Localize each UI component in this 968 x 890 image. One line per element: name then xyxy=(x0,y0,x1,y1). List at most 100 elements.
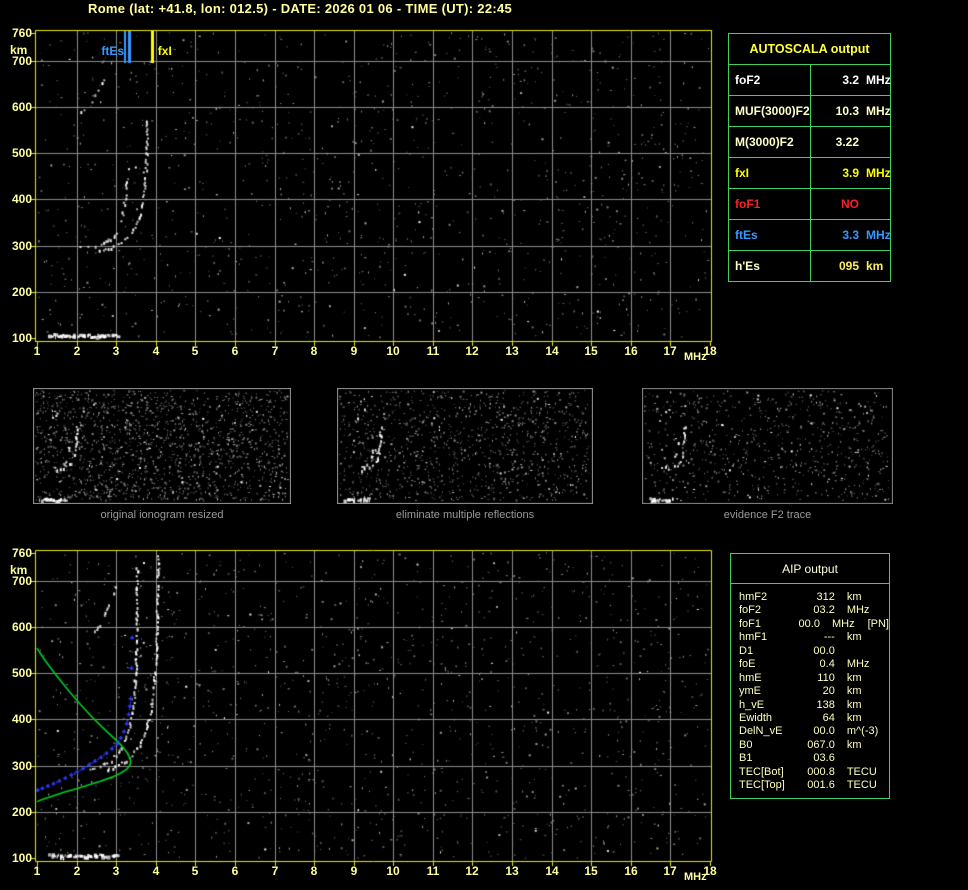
thumbnail-caption-2: eliminate multiple reflections xyxy=(395,509,535,521)
parameter-value: 3.9 MHz xyxy=(842,166,891,180)
top-ionogram-canvas xyxy=(29,27,719,349)
x-axis-tick-label: 6 xyxy=(231,864,239,878)
x-axis-tick-label: 1 xyxy=(33,344,41,358)
parameter-label: fxI xyxy=(729,158,811,188)
x-axis-tick-label: 6 xyxy=(231,344,239,358)
aip-table-rows: hmF2 312 km foF2 03.2 MHz foF1 00.0 MHz [PN] hmF1-… xyxy=(731,584,889,793)
y-axis-tick-label: 500 xyxy=(11,146,32,160)
parameter-label: M(3000)F2 xyxy=(729,127,811,157)
thumbnail-evidence-f2-trace-canvas xyxy=(642,388,893,504)
parameter-value: NO xyxy=(841,197,859,211)
y-axis-tick-label: 200 xyxy=(11,285,32,299)
x-axis-tick-label: 10 xyxy=(386,864,400,878)
aip-output-table: AIP output hmF2 312 km foF2 03.2 MHz foF1 00.0 M… xyxy=(730,553,890,799)
bottom-ionogram-canvas xyxy=(29,547,719,869)
x-axis-tick-label: 13 xyxy=(505,344,519,358)
parameter-label: MUF(3000)F2 xyxy=(729,96,811,126)
parameter-value: 3.2 MHz xyxy=(842,73,891,87)
aip-table-title: AIP output xyxy=(731,554,889,584)
x-axis-tick-label: 5 xyxy=(191,864,199,878)
parameter-value: 3.3 MHz xyxy=(842,228,891,242)
aip-row-hmF1: hmF1 --- km xyxy=(739,631,862,644)
y-axis-tick-label: 760 xyxy=(11,546,32,560)
x-axis-tick-label: 8 xyxy=(310,864,318,878)
y-axis-tick-label: 760 xyxy=(11,26,32,40)
y-axis-tick-label: 100 xyxy=(11,851,32,865)
aip-row-TEC[Top]: TEC[Top] 001.6 TECU xyxy=(739,779,877,792)
aip-row-foF2: foF2 03.2 MHz xyxy=(739,604,870,617)
parameter-label: ftEs xyxy=(729,220,811,250)
autoscala-table-rows: foF2 3.2 MHz MUF(3000)F2 10.3 MHz M(3000)F2 3.2… xyxy=(729,65,891,281)
x-axis-tick-label: 7 xyxy=(271,344,279,358)
aip-row-hmE: hmE 110 km xyxy=(739,671,862,684)
x-axis-tick-label: 3 xyxy=(112,344,120,358)
aip-row-DelN_vE: DelN_vE 00.0 m^(-3) xyxy=(739,725,879,738)
x-axis-tick-label: 15 xyxy=(584,344,598,358)
x-axis-tick-label: 9 xyxy=(350,864,358,878)
x-axis-tick-label: 9 xyxy=(350,344,358,358)
x-axis-tick-label: 17 xyxy=(663,864,677,878)
y-axis-unit-label: km xyxy=(10,43,28,57)
parameter-label: foF2 xyxy=(729,65,811,95)
x-axis-tick-label: 8 xyxy=(310,344,318,358)
autoscala-row-M(3000)F2: M(3000)F2 3.22 xyxy=(729,126,890,157)
x-axis-unit-label: MHz xyxy=(684,871,707,883)
aip-row-B0: B0 067.0 km xyxy=(739,738,862,751)
x-axis-tick-label: 2 xyxy=(73,344,81,358)
x-axis-tick-label: 17 xyxy=(663,344,677,358)
report-title: Rome (lat: +41.8, lon: 012.5) - DATE: 20… xyxy=(88,1,513,16)
x-axis-tick-label: 13 xyxy=(505,864,519,878)
y-axis-tick-label: 300 xyxy=(11,239,32,253)
aip-row-TEC[Bot]: TEC[Bot] 000.8 TECU xyxy=(739,765,877,778)
y-axis-tick-label: 600 xyxy=(11,100,32,114)
x-axis-tick-label: 5 xyxy=(191,344,199,358)
x-axis-tick-label: 12 xyxy=(465,344,479,358)
x-axis-tick-label: 10 xyxy=(386,344,400,358)
autoscala-row-h'Es: h'Es 095 km xyxy=(729,250,890,281)
x-axis-tick-label: 14 xyxy=(545,344,559,358)
autoscala-row-foF2: foF2 3.2 MHz xyxy=(729,65,891,95)
autoscala-row-fxI: fxI 3.9 MHz xyxy=(729,157,891,188)
aip-row-D1: D1 00.0 xyxy=(739,644,835,657)
y-axis-tick-label: 300 xyxy=(11,759,32,773)
aip-row-ymE: ymE 20 km xyxy=(739,685,862,698)
fxI-marker-label: fxI xyxy=(157,44,172,58)
x-axis-tick-label: 1 xyxy=(33,864,41,878)
thumbnail-original-ionogram-canvas xyxy=(33,388,291,504)
parameter-value: 10.3 MHz xyxy=(835,104,891,118)
x-axis-tick-label: 14 xyxy=(545,864,559,878)
x-axis-tick-label: 7 xyxy=(271,864,279,878)
y-axis-unit-label: km xyxy=(10,563,28,577)
x-axis-tick-label: 3 xyxy=(112,864,120,878)
x-axis-tick-label: 4 xyxy=(152,344,160,358)
autoscala-row-MUF(3000)F2: MUF(3000)F2 10.3 MHz xyxy=(729,95,891,126)
autoscala-row-ftEs: ftEs 3.3 MHz xyxy=(729,219,891,250)
x-axis-tick-label: 12 xyxy=(465,864,479,878)
aip-row-foE: foE 0.4 MHz xyxy=(739,658,870,671)
autoscala-table-title: AUTOSCALA output xyxy=(729,34,890,65)
thumbnail-eliminate-reflections-canvas xyxy=(337,388,593,504)
thumbnail-caption-3: evidence F2 trace xyxy=(723,509,812,521)
aip-row-hmF2: hmF2 312 km xyxy=(739,591,862,603)
x-axis-tick-label: 16 xyxy=(624,344,638,358)
y-axis-tick-label: 400 xyxy=(11,192,32,206)
aip-row-B1: B1 03.6 xyxy=(739,752,835,765)
parameter-label: foF1 xyxy=(729,189,811,219)
y-axis-tick-label: 100 xyxy=(11,331,32,345)
autoscala-output-table: AUTOSCALA output foF2 3.2 MHz MUF(3000)F2 10… xyxy=(728,33,891,282)
x-axis-tick-label: 16 xyxy=(624,864,638,878)
y-axis-tick-label: 600 xyxy=(11,620,32,634)
autoscala-row-foF1: foF1 NO xyxy=(729,188,890,219)
y-axis-tick-label: 500 xyxy=(11,666,32,680)
x-axis-tick-label: 11 xyxy=(426,344,440,358)
parameter-label: h'Es xyxy=(729,251,811,281)
y-axis-tick-label: 200 xyxy=(11,805,32,819)
y-axis-tick-label: 400 xyxy=(11,712,32,726)
aip-row-h_vE: h_vE 138 km xyxy=(739,698,862,711)
x-axis-tick-label: 11 xyxy=(426,864,440,878)
parameter-value: 3.22 xyxy=(835,135,859,149)
ftEs-marker-label: ftEs xyxy=(101,44,125,58)
autoscala-report-page: { "header": { "title": "Rome (lat: +41.8… xyxy=(0,0,968,890)
aip-row-foF1: foF1 00.0 MHz [PN] xyxy=(739,617,889,630)
x-axis-tick-label: 2 xyxy=(73,864,81,878)
